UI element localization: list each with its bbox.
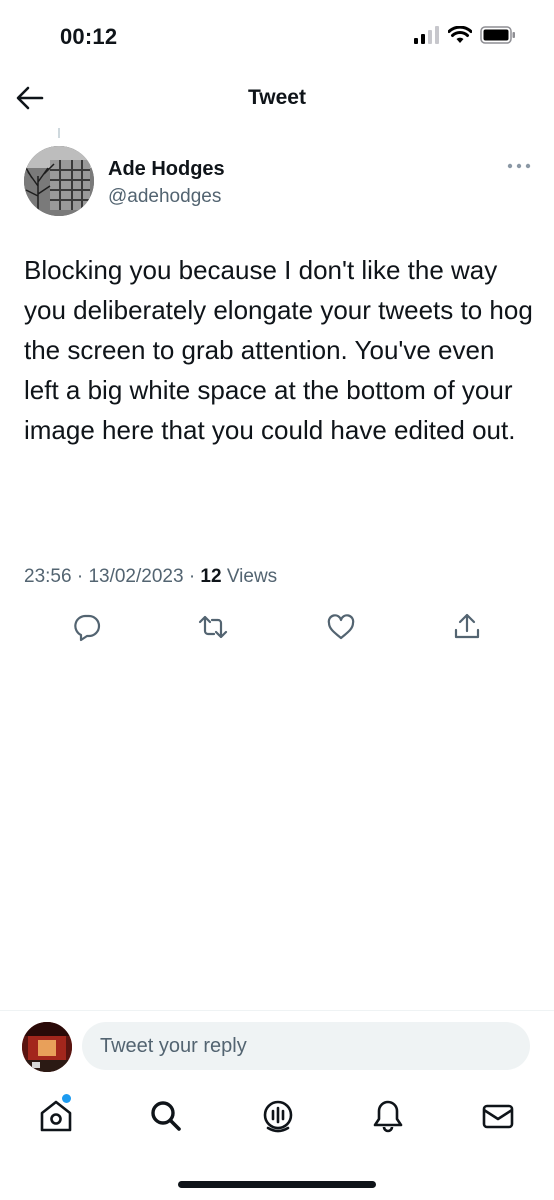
search-icon[interactable] <box>148 1098 184 1134</box>
notification-dot <box>62 1094 71 1103</box>
user-avatar[interactable] <box>22 1022 72 1072</box>
views-count: 12 <box>200 566 222 587</box>
tweet-text: Blocking you because I don't like the wa… <box>24 255 533 445</box>
thread-line <box>58 128 60 138</box>
reply-divider <box>0 1010 554 1011</box>
tweet-time: 23:56 <box>24 566 72 587</box>
share-icon[interactable] <box>452 612 482 642</box>
tweet-date: 13/02/2023 <box>88 566 184 587</box>
avatar-image <box>24 146 94 216</box>
home-icon[interactable] <box>38 1098 74 1134</box>
status-icons <box>414 26 516 44</box>
like-icon[interactable] <box>326 612 356 642</box>
tweet-meta: 23:56 · 13/02/2023 · 12 Views <box>24 566 277 588</box>
signal-icon <box>414 26 439 44</box>
spaces-icon[interactable] <box>260 1098 296 1134</box>
battery-icon <box>480 26 515 44</box>
author-avatar[interactable] <box>24 146 94 216</box>
reply-icon[interactable] <box>72 612 102 642</box>
author-handle[interactable]: @adehodges <box>108 186 221 208</box>
more-options-icon[interactable] <box>507 160 531 172</box>
wifi-icon <box>448 26 472 43</box>
messages-icon[interactable] <box>480 1098 516 1134</box>
author-name[interactable]: Ade Hodges <box>108 158 225 181</box>
meta-separator: · <box>76 566 84 587</box>
views-label[interactable]: Views <box>227 566 277 587</box>
notifications-icon[interactable] <box>370 1098 406 1134</box>
page-title: Tweet <box>248 86 306 109</box>
home-indicator[interactable] <box>178 1181 376 1188</box>
retweet-icon[interactable] <box>198 612 228 642</box>
meta-separator: · <box>188 566 196 587</box>
user-avatar-image <box>22 1022 72 1072</box>
reply-input[interactable]: Tweet your reply <box>82 1022 530 1070</box>
status-time: 00:12 <box>60 24 118 49</box>
